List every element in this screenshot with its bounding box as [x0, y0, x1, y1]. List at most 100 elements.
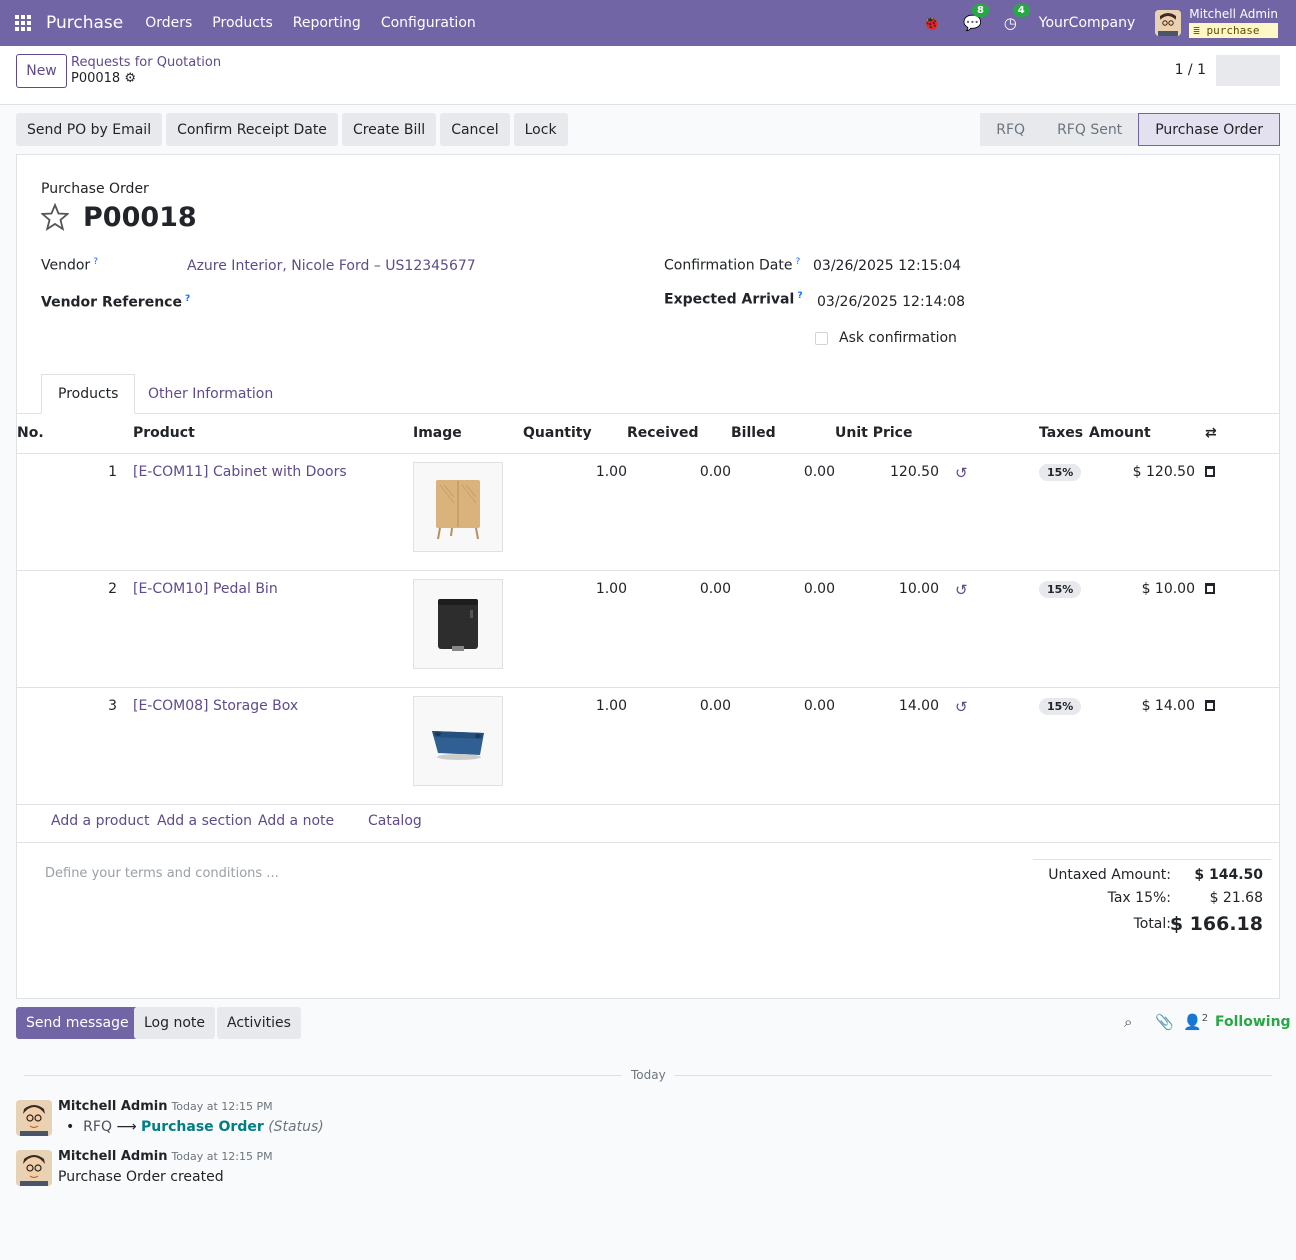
delete-line-trash-icon[interactable]	[1195, 687, 1279, 805]
untaxed-amount-label: Untaxed Amount:	[1048, 867, 1171, 883]
help-tooltip-icon[interactable]: ?	[93, 257, 98, 267]
status-purchase-order[interactable]: Purchase Order	[1138, 113, 1280, 146]
price-history-icon[interactable]: ↺	[939, 570, 969, 688]
column-spacer	[939, 414, 969, 454]
status-rfq-sent[interactable]: RFQ Sent	[1041, 113, 1139, 146]
log-note-button[interactable]: Log note	[134, 1007, 215, 1039]
unit-price-cell[interactable]: 10.00	[835, 570, 939, 688]
debug-bug-icon[interactable]: 🐞	[922, 14, 941, 32]
status-rfq[interactable]: RFQ	[980, 113, 1042, 146]
price-history-icon[interactable]: ↺	[939, 453, 969, 571]
company-switcher[interactable]: YourCompany	[1039, 15, 1136, 31]
product-image-storage-box[interactable]	[413, 695, 503, 786]
user-avatar[interactable]	[1155, 10, 1182, 36]
unit-price-cell[interactable]: 14.00	[835, 687, 939, 805]
add-section-link[interactable]: Add a section	[157, 813, 252, 829]
message-time: Today at 12:15 PM	[171, 1150, 273, 1163]
billed-cell[interactable]: 0.00	[731, 453, 835, 571]
terms-and-conditions-input[interactable]: Define your terms and conditions ...	[45, 866, 279, 881]
paperclip-icon[interactable]: 📎	[1155, 1013, 1174, 1031]
message-author-name[interactable]: Mitchell Admin	[58, 1099, 167, 1114]
confirmation-date-field[interactable]: 03/26/2025 12:15:04	[813, 258, 961, 274]
help-tooltip-icon[interactable]: ?	[796, 257, 801, 267]
pager-next-button[interactable]	[1248, 55, 1280, 86]
billed-cell[interactable]: 0.00	[731, 570, 835, 688]
confirm-receipt-date-button[interactable]: Confirm Receipt Date	[166, 113, 338, 146]
received-cell[interactable]: 0.00	[627, 687, 731, 805]
favorite-star-icon[interactable]	[41, 203, 69, 231]
pager-value[interactable]: 1 / 1	[1175, 62, 1206, 78]
followers-icon[interactable]: 👤2	[1183, 1013, 1208, 1031]
table-row[interactable]: 2 [E-COM10] Pedal Bin 1.00 0.00 0.00 10.…	[17, 570, 1279, 688]
menu-orders[interactable]: Orders	[145, 15, 192, 31]
column-header[interactable]: Quantity	[523, 414, 627, 454]
message-avatar[interactable]	[16, 1100, 52, 1136]
vendor-field[interactable]: Azure Interior, Nicole Ford – US12345677	[187, 258, 476, 274]
app-name[interactable]: Purchase	[46, 13, 123, 33]
tab-products[interactable]: Products	[41, 374, 136, 414]
product-image-pedal-bin[interactable]	[413, 578, 503, 669]
create-bill-button[interactable]: Create Bill	[341, 113, 437, 146]
quantity-cell[interactable]: 1.00	[523, 453, 627, 571]
tab-other-information[interactable]: Other Information	[132, 374, 289, 414]
quantity-cell[interactable]: 1.00	[523, 687, 627, 805]
delete-line-trash-icon[interactable]	[1195, 453, 1279, 571]
column-header[interactable]: Unit Price	[835, 414, 939, 454]
message-avatar[interactable]	[16, 1150, 52, 1186]
pager-previous-button[interactable]	[1216, 55, 1248, 86]
breadcrumb-parent[interactable]: Requests for Quotation	[71, 55, 221, 70]
lock-button[interactable]: Lock	[513, 113, 568, 146]
activities-clock-icon[interactable]: ◷ 4	[1004, 4, 1030, 32]
new-button[interactable]: New	[16, 54, 67, 88]
add-product-link[interactable]: Add a product	[51, 813, 149, 829]
product-link[interactable]: [E-COM08] Storage Box	[127, 687, 413, 805]
send-message-button[interactable]: Send message	[16, 1007, 139, 1039]
activities-button[interactable]: Activities	[217, 1007, 301, 1039]
column-header[interactable]: Image	[413, 414, 523, 454]
product-image-cabinet[interactable]	[413, 461, 503, 552]
column-header[interactable]: Product	[127, 414, 413, 454]
menu-products[interactable]: Products	[212, 15, 272, 31]
product-image-cell	[413, 570, 523, 688]
messages-icon[interactable]: 💬 8	[963, 4, 989, 32]
column-header[interactable]: Amount	[1089, 414, 1195, 454]
help-tooltip-icon[interactable]: ?	[797, 291, 802, 301]
gear-icon[interactable]: ⚙	[124, 71, 136, 86]
cancel-button[interactable]: Cancel	[440, 113, 510, 146]
date-divider-right	[674, 1075, 1272, 1076]
catalog-link[interactable]: Catalog	[368, 813, 422, 829]
taxes-cell[interactable]: 15%	[969, 687, 1089, 805]
quantity-cell[interactable]: 1.00	[523, 570, 627, 688]
optional-columns-toggle-icon[interactable]: ⇄	[1195, 414, 1279, 454]
add-note-link[interactable]: Add a note	[258, 813, 334, 829]
column-header[interactable]: No.	[17, 414, 127, 454]
column-header[interactable]: Taxes	[969, 414, 1089, 454]
app-menu-icon[interactable]	[0, 0, 46, 46]
billed-cell[interactable]: 0.00	[731, 687, 835, 805]
tracking-field-name: (Status)	[268, 1119, 324, 1135]
table-row[interactable]: 3 [E-COM08] Storage Box 1.00 0.00 0.00 1…	[17, 687, 1279, 805]
price-history-icon[interactable]: ↺	[939, 687, 969, 805]
product-link[interactable]: [E-COM10] Pedal Bin	[127, 570, 413, 688]
search-icon[interactable]: ⌕	[1124, 1013, 1132, 1031]
product-link[interactable]: [E-COM11] Cabinet with Doors	[127, 453, 413, 571]
menu-reporting[interactable]: Reporting	[293, 15, 361, 31]
unit-price-cell[interactable]: 120.50	[835, 453, 939, 571]
taxes-cell[interactable]: 15%	[969, 453, 1089, 571]
expected-arrival-field[interactable]: 03/26/2025 12:14:08	[817, 294, 965, 310]
message-author-name[interactable]: Mitchell Admin	[58, 1149, 167, 1164]
received-cell[interactable]: 0.00	[627, 453, 731, 571]
delete-line-trash-icon[interactable]	[1195, 570, 1279, 688]
ask-confirmation-checkbox[interactable]	[815, 332, 828, 345]
table-row[interactable]: 1 [E-COM11] Cabinet with Doors 1.00 0.00…	[17, 453, 1279, 571]
column-header[interactable]: Billed	[731, 414, 835, 454]
column-header[interactable]: Received	[627, 414, 731, 454]
menu-configuration[interactable]: Configuration	[381, 15, 476, 31]
action-bar: Send PO by Email Confirm Receipt Date Cr…	[16, 113, 572, 146]
received-cell[interactable]: 0.00	[627, 570, 731, 688]
following-button[interactable]: Following	[1215, 1014, 1291, 1030]
send-po-by-email-button[interactable]: Send PO by Email	[16, 113, 163, 146]
user-name[interactable]: Mitchell Admin	[1189, 8, 1278, 21]
taxes-cell[interactable]: 15%	[969, 570, 1089, 688]
vendor-reference-input[interactable]	[187, 290, 587, 314]
